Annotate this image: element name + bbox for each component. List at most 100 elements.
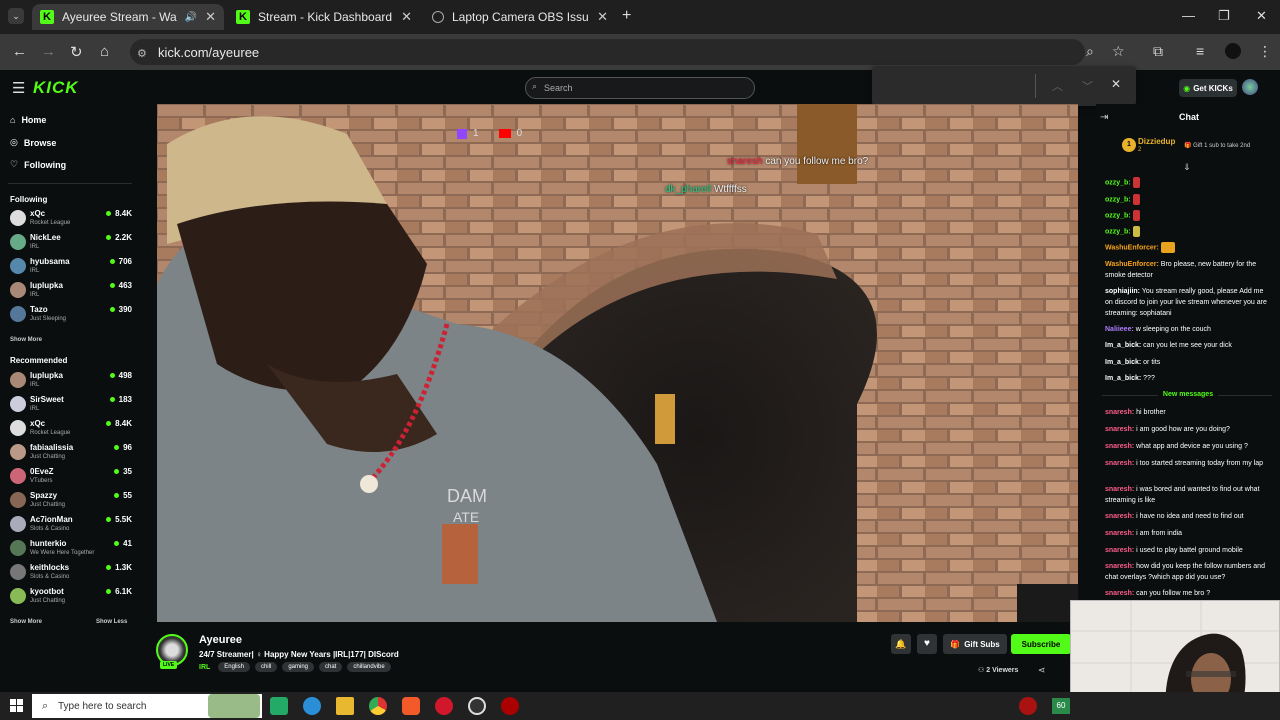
chat-username[interactable]: Naliieee	[1105, 326, 1131, 333]
chat-username[interactable]: sophiajiin	[1105, 288, 1138, 295]
chat-username[interactable]: Im_a_bick	[1105, 342, 1139, 349]
site-info-icon[interactable]: ⚙	[137, 47, 147, 60]
kick-logo[interactable]: KICK	[33, 78, 79, 98]
sidebar-channel-nicklee[interactable]: NickLee IRL 2.2K	[10, 232, 132, 254]
user-avatar[interactable]	[1242, 79, 1258, 95]
sidebar-channel-xqc[interactable]: xQc Rocket League 8.4K	[10, 208, 132, 230]
chat-username[interactable]: Im_a_bick	[1105, 375, 1139, 382]
sidebar-channel-keithlocks[interactable]: keithlocks Slots & Casino 1.3K	[10, 562, 132, 584]
category-link[interactable]: IRL	[199, 664, 210, 671]
back-icon[interactable]: ←	[12, 43, 27, 60]
expand-icon[interactable]: ⇓	[1183, 162, 1191, 173]
menu-dots-icon[interactable]: ⋮	[1258, 43, 1272, 60]
tab-laptop-camera[interactable]: Laptop Camera OBS Issue ✕	[424, 4, 616, 30]
bookmark-star-icon[interactable]: ☆	[1112, 43, 1125, 60]
opera-icon[interactable]	[435, 697, 453, 715]
restore-icon[interactable]: ❐	[1218, 8, 1230, 24]
chat-username[interactable]: snaresh	[1105, 486, 1132, 493]
subscribe-button[interactable]: Subscribe	[1011, 634, 1071, 654]
nav-following[interactable]: ♡ Following	[10, 159, 66, 170]
tab-kick-dashboard[interactable]: K Stream - Kick Dashboard ✕	[228, 4, 420, 30]
file-explorer-icon[interactable]	[336, 697, 354, 715]
minimize-icon[interactable]: —	[1182, 8, 1195, 23]
sidebar-channel-xqc[interactable]: xQc Rocket League 8.4K	[10, 418, 132, 440]
chat-username[interactable]: Im_a_bick	[1105, 359, 1139, 366]
sidebar-channel-spazzy[interactable]: Spazzy Just Chatting 55	[10, 490, 132, 512]
tag-chip[interactable]: English	[218, 662, 250, 672]
speaker-icon[interactable]: 🔊	[185, 12, 197, 23]
gift-subs-button[interactable]: 🎁 Gift Subs	[943, 634, 1007, 654]
address-bar[interactable]: kick.com/ayeuree	[130, 39, 1085, 65]
leaderboard-user[interactable]: Dizziedup	[1138, 137, 1175, 146]
find-next-icon[interactable]: ﹀	[1082, 78, 1093, 94]
tag-chip[interactable]: chill	[254, 662, 278, 672]
sidebar-channel-0evez[interactable]: 0EveZ VTubers 35	[10, 466, 132, 488]
reload-icon[interactable]: ↻	[70, 43, 83, 61]
chat-username[interactable]: snaresh	[1105, 443, 1132, 450]
tag-chip[interactable]: chat	[319, 662, 343, 672]
search-input[interactable]: Search	[525, 77, 755, 99]
extensions-icon[interactable]: ⧉	[1153, 43, 1163, 60]
window-close-icon[interactable]: ✕	[1256, 8, 1267, 24]
chat-username[interactable]: ozzy_b	[1105, 196, 1128, 203]
follow-heart-icon[interactable]: ♥	[917, 634, 937, 654]
collapse-chat-icon[interactable]: ⇥	[1100, 112, 1108, 123]
sidebar-channel-hyubsama[interactable]: hyubsama IRL 706	[10, 256, 132, 278]
new-tab-plus-icon[interactable]: +	[622, 7, 631, 25]
sidebar-channel-hunterkio[interactable]: hunterkio We Were Here Together 41	[10, 538, 132, 560]
show-more-button[interactable]: Show More	[10, 619, 42, 625]
hamburger-menu-icon[interactable]: ☰	[12, 79, 25, 97]
chat-username[interactable]: snaresh	[1105, 460, 1132, 467]
find-prev-icon[interactable]: ︿	[1052, 78, 1063, 94]
chat-username[interactable]: WashuEnforcer	[1105, 261, 1156, 268]
chat-username[interactable]: snaresh	[1105, 513, 1132, 520]
show-more-button[interactable]: Show More	[10, 337, 42, 343]
close-tab-icon[interactable]: ✕	[401, 9, 412, 25]
chat-username[interactable]: snaresh	[1105, 547, 1132, 554]
nav-home[interactable]: ⌂ Home	[10, 115, 46, 125]
chat-username[interactable]: snaresh	[1105, 590, 1132, 597]
sidebar-channel-fabiaalissia[interactable]: fabiaalissia Just Chatting 96	[10, 442, 132, 464]
tag-chip[interactable]: gaming	[282, 662, 314, 672]
chat-username[interactable]: ozzy_b	[1105, 228, 1128, 235]
sidebar-channel-luplupka[interactable]: luplupka IRL 498	[10, 370, 132, 392]
obs-icon[interactable]	[468, 697, 486, 715]
edge-icon[interactable]	[303, 697, 321, 715]
close-tab-icon[interactable]: ✕	[205, 9, 216, 25]
get-kicks-button[interactable]: ◉ Get KICKs	[1179, 79, 1237, 97]
sidebar-channel-ac7ionman[interactable]: Ac7ionMan Slots & Casino 5.5K	[10, 514, 132, 536]
share-icon[interactable]: ⋖	[1038, 665, 1046, 676]
sidebar-channel-tazo[interactable]: Tazo Just Sleeping 390	[10, 304, 132, 326]
app-taskview-icon[interactable]	[270, 697, 288, 715]
chat-username[interactable]: snaresh	[1105, 530, 1132, 537]
tray-badge[interactable]: 60	[1052, 698, 1070, 714]
close-tab-icon[interactable]: ✕	[597, 9, 608, 25]
windows-start-icon[interactable]	[10, 699, 23, 712]
streamer-name[interactable]: Ayeuree	[199, 634, 242, 646]
media-control-icon[interactable]: ≡	[1196, 43, 1204, 59]
forward-icon[interactable]: →	[41, 43, 56, 60]
sidebar-channel-kyootbot[interactable]: kyootbot Just Chatting 6.1K	[10, 586, 132, 608]
home-button-icon[interactable]: ⌂	[100, 43, 109, 60]
notification-bell-icon[interactable]: 🔔	[891, 634, 911, 654]
show-less-button[interactable]: Show Less	[96, 619, 127, 625]
video-player[interactable]: DAM ATE 1 0 snaresh can you follow me br…	[157, 104, 1078, 622]
chrome-icon[interactable]	[369, 697, 387, 715]
tab-search-button[interactable]: ⌄	[8, 8, 24, 24]
find-input[interactable]	[872, 72, 1032, 100]
tray-app-icon[interactable]	[1019, 697, 1037, 715]
sidebar-channel-luplupka[interactable]: luplupka IRL 463	[10, 280, 132, 302]
chat-username[interactable]: snaresh	[1105, 409, 1132, 416]
nav-browse[interactable]: ◎ Browse	[10, 137, 56, 148]
app-red-icon[interactable]	[501, 697, 519, 715]
profile-avatar[interactable]	[1225, 43, 1241, 59]
sidebar-channel-sirsweet[interactable]: SirSweet IRL 183	[10, 394, 132, 416]
chat-username[interactable]: WashuEnforcer	[1105, 244, 1156, 251]
find-close-icon[interactable]: ✕	[1111, 77, 1121, 91]
brave-icon[interactable]	[402, 697, 420, 715]
chat-username[interactable]: ozzy_b	[1105, 212, 1128, 219]
tag-chip[interactable]: chillandvibe	[347, 662, 391, 672]
chat-username[interactable]: ozzy_b	[1105, 179, 1128, 186]
tab-ayeuree-stream[interactable]: K Ayeuree Stream - Watch Live on K 🔊 ✕	[32, 4, 224, 30]
chat-username[interactable]: snaresh	[1105, 563, 1132, 570]
